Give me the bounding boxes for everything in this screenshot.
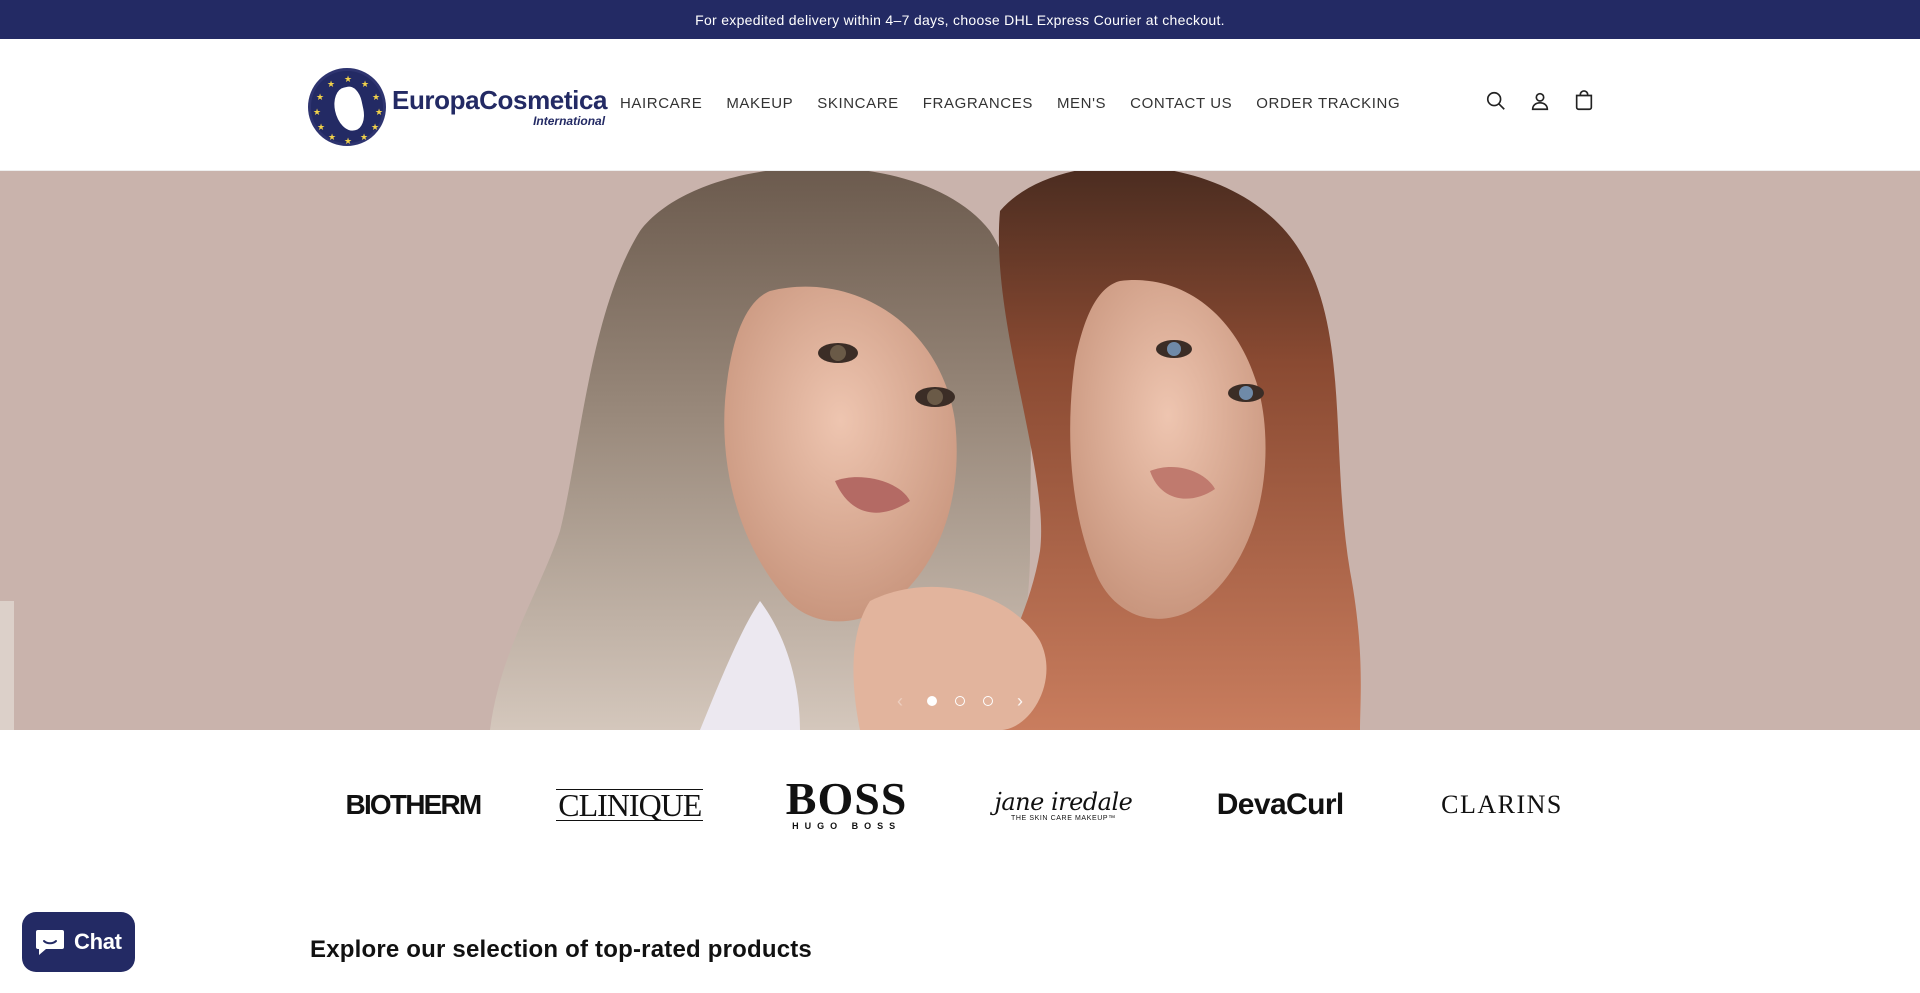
- nav-mens[interactable]: MEN'S: [1045, 91, 1118, 119]
- slider-prev-icon[interactable]: ‹: [891, 691, 909, 712]
- logo-seal-icon: ★ ★ ★ ★ ★ ★ ★ ★ ★ ★ ★ ★: [308, 68, 386, 146]
- logo-name: EuropaCosmetica: [392, 85, 608, 115]
- brand-jane-subtext: THE SKIN CARE MAKEUP™: [1010, 814, 1116, 822]
- brand-boss-subtext: HUGO BOSS: [792, 821, 902, 831]
- account-icon[interactable]: [1526, 87, 1554, 115]
- brand-strip: BIOTHERM CLINIQUE BOSS HUGO BOSS jane ir…: [308, 770, 1612, 840]
- brand-clinique-logo[interactable]: CLINIQUE: [555, 775, 705, 835]
- logo-subtitle: International: [533, 114, 606, 128]
- chat-bubble-icon: [36, 930, 64, 955]
- main-nav: HAIRCARE MAKEUP SKINCARE FRAGRANCES MEN'…: [608, 91, 1412, 119]
- hero-image: [0, 171, 1920, 730]
- nav-haircare[interactable]: HAIRCARE: [608, 91, 714, 119]
- search-icon[interactable]: [1482, 87, 1510, 115]
- cart-icon[interactable]: [1570, 87, 1598, 115]
- brand-clarins-logo[interactable]: CLARINS: [1422, 775, 1582, 835]
- nav-fragrances[interactable]: FRAGRANCES: [911, 91, 1045, 119]
- slider-dot[interactable]: [983, 696, 993, 706]
- brand-jane-text: jane iredale: [994, 787, 1133, 816]
- slider-controls: ‹ ›: [870, 689, 1050, 713]
- brand-biotherm-logo[interactable]: BIOTHERM: [338, 775, 488, 835]
- brand-boss-text: BOSS: [785, 773, 908, 824]
- slider-dot[interactable]: [927, 696, 937, 706]
- nav-order-tracking[interactable]: ORDER TRACKING: [1244, 91, 1412, 119]
- site-header: ★ ★ ★ ★ ★ ★ ★ ★ ★ ★ ★ ★ EuropaCosmetica …: [0, 39, 1920, 171]
- brand-boss-logo[interactable]: BOSS HUGO BOSS: [772, 775, 922, 835]
- nav-skincare[interactable]: SKINCARE: [805, 91, 911, 119]
- brand-devacurl-logo[interactable]: DevaCurl: [1205, 775, 1355, 835]
- header-icons: [1482, 87, 1598, 115]
- site-logo[interactable]: ★ ★ ★ ★ ★ ★ ★ ★ ★ ★ ★ ★ EuropaCosmetica …: [308, 65, 607, 149]
- announcement-bar: For expedited delivery within 4–7 days, …: [0, 0, 1920, 39]
- brand-biotherm-text: BIOTHERM: [345, 789, 483, 820]
- brand-jane-iredale-logo[interactable]: jane iredale THE SKIN CARE MAKEUP™: [988, 775, 1138, 835]
- brand-devacurl-text: DevaCurl: [1216, 788, 1345, 821]
- section-title: Explore our selection of top-rated produ…: [310, 936, 812, 963]
- brand-clinique-text: CLINIQUE: [556, 787, 704, 823]
- slider-dot[interactable]: [955, 696, 965, 706]
- nav-makeup[interactable]: MAKEUP: [714, 91, 805, 119]
- brand-clarins-text: CLARINS: [1441, 790, 1563, 819]
- chat-button[interactable]: Chat: [22, 912, 135, 972]
- nav-contact-us[interactable]: CONTACT US: [1118, 91, 1244, 119]
- slider-next-icon[interactable]: ›: [1011, 691, 1029, 712]
- hero-slideshow: ‹ ›: [0, 171, 1920, 730]
- announcement-text: For expedited delivery within 4–7 days, …: [695, 11, 1225, 28]
- chat-label: Chat: [74, 929, 122, 954]
